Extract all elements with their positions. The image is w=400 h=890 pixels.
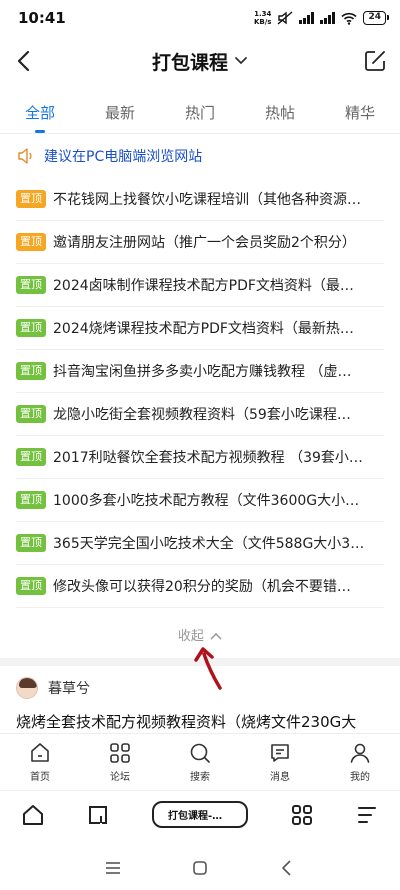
back-arrow-icon[interactable]	[12, 48, 38, 74]
search-icon	[190, 743, 210, 763]
nav-messages-label: 消息	[270, 772, 290, 783]
nav-home[interactable]: 首页	[0, 734, 80, 788]
net-speed: 1.34 KB/s	[254, 10, 271, 26]
pinned-badge: 置顶	[16, 233, 46, 251]
grid-icon	[110, 743, 130, 763]
bottom-navigation: 首页 论坛 搜索 消息 我的	[0, 733, 400, 788]
pinned-badge: 置顶	[16, 362, 46, 380]
thread-row[interactable]: 置顶 2024烧烤课程技术配方PDF文档资料（最新热…	[16, 307, 384, 350]
nav-forum-label: 论坛	[110, 772, 130, 783]
tab-popular[interactable]: 热门	[160, 92, 240, 133]
collapse-button[interactable]: 收起	[0, 625, 400, 644]
pinned-badge: 置顶	[16, 491, 46, 509]
page-title: 打包课程	[151, 51, 228, 74]
tab-all[interactable]: 全部	[0, 92, 80, 133]
back-button-icon[interactable]	[278, 859, 296, 877]
thread-row[interactable]: 置顶 365天学完全国小吃技术大全（文件588G大小3…	[16, 522, 384, 565]
thread-row[interactable]: 置顶 抖音淘宝闲鱼拼多多卖小吃配方赚钱教程 （虚…	[16, 350, 384, 393]
thread-title: 2024烧烤课程技术配方PDF文档资料（最新热…	[53, 321, 354, 337]
post-title[interactable]: 烧烤全套技术配方视频教程资料（烧烤文件230G大	[16, 711, 386, 732]
annotation-arrow-icon	[194, 647, 222, 690]
thread-title: 365天学完全国小吃技术大全（文件588G大小3…	[53, 536, 365, 552]
notice-text: 建议在PC电脑端浏览网站	[44, 149, 203, 165]
thread-title: 龙隐小吃街全套视频教程资料（59套小吃课程…	[53, 407, 351, 423]
menu-icon[interactable]	[355, 803, 379, 827]
notice-banner[interactable]: 建议在PC电脑端浏览网站	[16, 144, 202, 168]
apps-icon[interactable]	[290, 803, 314, 827]
chevron-down-icon	[235, 57, 247, 65]
wifi-icon	[341, 12, 358, 25]
system-navigation	[0, 848, 400, 888]
browser-toolbar: 打包课程-北...	[0, 790, 400, 838]
net-speed-unit: KB/s	[253, 18, 272, 26]
signal-icon	[299, 12, 315, 24]
collapse-label: 收起	[177, 629, 204, 644]
pinned-badge: 置顶	[16, 190, 46, 208]
recent-apps-icon[interactable]	[104, 859, 122, 877]
thread-row[interactable]: 置顶 不花钱网上找餐饮小吃课程培训（其他各种资源…	[16, 178, 384, 221]
pinned-badge: 置顶	[16, 448, 46, 466]
nav-forum[interactable]: 论坛	[80, 734, 160, 788]
thread-title: 邀请朋友注册网站（推广一个会员奖励2个积分）	[53, 235, 356, 251]
thread-row[interactable]: 置顶 2017利哒餐饮全套技术配方视频教程 （39套小…	[16, 436, 384, 479]
thread-title: 2017利哒餐饮全套技术配方视频教程 （39套小…	[53, 450, 363, 466]
page-header: 打包课程	[0, 38, 400, 84]
user-icon	[350, 743, 370, 763]
nav-search[interactable]: 搜索	[160, 734, 240, 788]
current-tab-button[interactable]: 打包课程-北...	[151, 801, 248, 828]
signal-4g-icon	[320, 12, 336, 24]
battery-indicator: 24	[363, 11, 389, 25]
post-author[interactable]: 暮草兮	[16, 677, 90, 699]
thread-title: 1000多套小吃技术配方教程（文件3600G大小…	[53, 493, 360, 509]
status-bar: 10:41 1.34 KB/s 24	[0, 0, 400, 36]
forum-title-dropdown[interactable]: 打包课程	[152, 48, 248, 75]
thread-row[interactable]: 置顶 修改头像可以获得20积分的奖励（机会不要错…	[16, 565, 384, 608]
status-icons: 1.34 KB/s 24	[254, 10, 389, 26]
tab-latest[interactable]: 最新	[80, 92, 160, 133]
pinned-badge: 置顶	[16, 276, 46, 294]
mute-icon	[278, 11, 293, 25]
clock: 10:41	[18, 9, 66, 27]
nav-profile-label: 我的	[350, 772, 370, 783]
author-name: 暮草兮	[48, 681, 90, 697]
thread-title: 修改头像可以获得20积分的奖励（机会不要错…	[53, 579, 351, 595]
pinned-badge: 置顶	[16, 405, 46, 423]
tab-featured[interactable]: 精华	[320, 92, 400, 133]
bookmark-icon[interactable]	[86, 803, 110, 827]
nav-home-label: 首页	[30, 772, 50, 783]
browser-home-icon[interactable]	[21, 803, 45, 827]
compose-icon[interactable]	[362, 48, 388, 74]
pinned-thread-list: 置顶 不花钱网上找餐饮小吃课程培训（其他各种资源… 置顶 邀请朋友注册网站（推广一个…	[16, 178, 384, 608]
thread-title: 2024卤味制作课程技术配方PDF文档资料（最…	[53, 278, 354, 294]
thread-title: 不花钱网上找餐饮小吃课程培训（其他各种资源…	[53, 192, 361, 208]
tab-hot-posts[interactable]: 热帖	[240, 92, 320, 133]
nav-search-label: 搜索	[190, 772, 210, 783]
pinned-badge: 置顶	[16, 534, 46, 552]
nav-profile[interactable]: 我的	[320, 734, 400, 788]
pinned-badge: 置顶	[16, 577, 46, 595]
pinned-badge: 置顶	[16, 319, 46, 337]
thread-title: 抖音淘宝闲鱼拼多多卖小吃配方赚钱教程 （虚…	[53, 364, 352, 380]
net-speed-value: 1.34	[254, 10, 272, 18]
home-button-icon[interactable]	[191, 859, 209, 877]
thread-row[interactable]: 置顶 2024卤味制作课程技术配方PDF文档资料（最…	[16, 264, 384, 307]
nav-messages[interactable]: 消息	[240, 734, 320, 788]
chevron-up-icon	[210, 632, 222, 640]
thread-row[interactable]: 置顶 邀请朋友注册网站（推广一个会员奖励2个积分）	[16, 221, 384, 264]
avatar[interactable]	[16, 677, 38, 699]
filter-tabs: 全部 最新 热门 热帖 精华	[0, 92, 400, 134]
speaker-icon	[18, 148, 32, 164]
thread-row[interactable]: 置顶 1000多套小吃技术配方教程（文件3600G大小…	[16, 479, 384, 522]
home-icon	[31, 743, 49, 762]
message-icon	[271, 744, 289, 762]
thread-row[interactable]: 置顶 龙隐小吃街全套视频教程资料（59套小吃课程…	[16, 393, 384, 436]
